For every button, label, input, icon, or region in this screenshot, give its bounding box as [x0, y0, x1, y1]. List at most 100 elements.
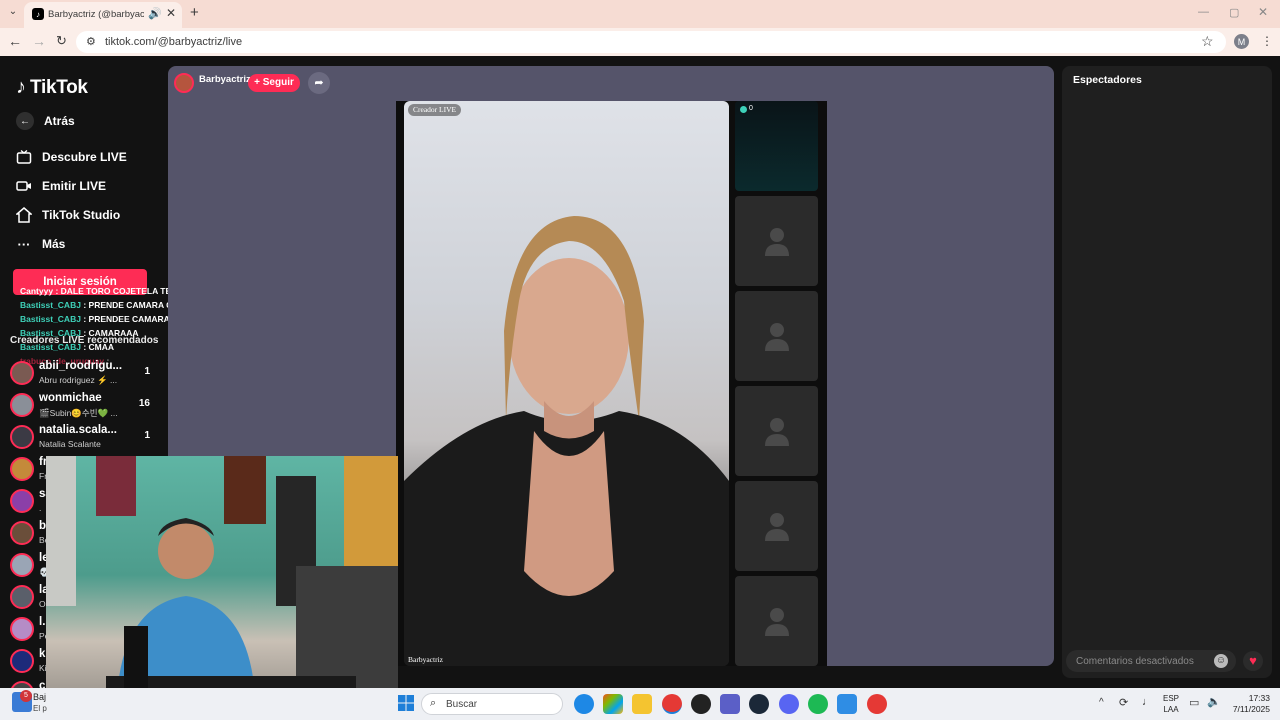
tiktok-favicon-icon: ♪ — [32, 8, 44, 20]
chat-message: Bastisst_CABJ : CAMARAAA — [20, 328, 139, 338]
back-icon[interactable]: ← — [8, 33, 22, 49]
creator-name: abii_roodrigu... — [39, 360, 123, 372]
webcam-overlay — [46, 456, 398, 720]
host-video-frame — [404, 216, 729, 666]
emoji-icon[interactable]: ☺ — [1214, 654, 1228, 668]
edge-icon[interactable] — [574, 694, 594, 714]
creator-avatar — [10, 585, 34, 609]
back-link[interactable]: ← Atrás — [16, 110, 75, 132]
volume-icon[interactable]: 🔈 — [1207, 695, 1221, 708]
creator-avatar — [10, 361, 34, 385]
viewers-title: Espectadores — [1073, 74, 1142, 86]
nav-more[interactable]: ··· Más — [16, 233, 66, 255]
close-window-icon[interactable]: ✕ — [1258, 5, 1268, 19]
photos-icon[interactable] — [837, 694, 857, 714]
chat-message: Bastisst_CABJ : CMAA — [20, 342, 115, 352]
microphone-icon[interactable]: ♩ — [1142, 696, 1153, 708]
person-placeholder-icon — [765, 323, 789, 351]
widget-title: Baj — [33, 692, 47, 702]
widget-subtitle: El p — [33, 704, 47, 713]
audio-playing-icon[interactable]: 🔊 — [148, 7, 162, 20]
new-tab-icon[interactable]: + — [190, 4, 199, 21]
teams-icon[interactable] — [720, 694, 740, 714]
guest-slot[interactable] — [735, 291, 818, 381]
tab-search-icon[interactable]: ⌄ — [6, 6, 20, 20]
file-explorer-icon[interactable] — [632, 694, 652, 714]
discord-icon[interactable] — [779, 694, 799, 714]
bookmark-star-icon[interactable]: ☆ — [1201, 33, 1214, 50]
creator-live-badge: Creador LIVE — [408, 104, 462, 116]
nav-label: Más — [42, 237, 66, 251]
guest-slot-active[interactable]: 0 — [735, 101, 818, 191]
forward-icon[interactable]: → — [32, 33, 46, 49]
profile-avatar[interactable]: M — [1234, 34, 1249, 49]
person-placeholder-icon — [765, 228, 789, 256]
chrome-profile-icon[interactable] — [867, 694, 887, 714]
guest-slot[interactable] — [735, 196, 818, 286]
tiktok-logo[interactable]: ♪ TikTok — [16, 76, 88, 99]
host-name: Barbyactriz — [199, 73, 251, 85]
spotify-icon[interactable] — [808, 694, 828, 714]
notification-badge: 5 — [20, 690, 32, 702]
creator-avatar — [10, 553, 34, 577]
url-text: tiktok.com/@barbyactriz/live — [105, 36, 243, 48]
follow-button[interactable]: + Seguir — [248, 74, 300, 92]
creator-subtitle: Natalia Scalante — [39, 439, 101, 449]
browser-menu-icon[interactable]: ⋮ — [1261, 34, 1273, 48]
address-bar[interactable]: ⚙ tiktok.com/@barbyactriz/live ☆ — [76, 31, 1226, 53]
guest-indicator-icon — [740, 106, 747, 113]
clock-time: 17:33 — [1248, 693, 1270, 703]
chat-message: Bastisst_CABJ : PRENDEE CAMARAAA — [20, 314, 183, 324]
copilot-icon[interactable] — [603, 694, 623, 714]
creator-avatar — [10, 425, 34, 449]
heart-like-icon[interactable]: ♥ — [1243, 651, 1263, 671]
tv-icon — [16, 149, 32, 165]
creator-item[interactable]: abii_roodrigu... Abru rodriguez ⚡ ... 1 — [8, 358, 158, 388]
comment-input[interactable]: Comentarios desactivados ☺ — [1066, 650, 1236, 672]
viewers-panel — [1062, 66, 1272, 678]
host-avatar — [174, 73, 194, 93]
browser-tab[interactable]: ♪ Barbyactriz (@barbyactriz) 🔊 ✕ — [24, 2, 182, 28]
nav-tiktok-studio[interactable]: TikTok Studio — [16, 204, 120, 226]
chevron-up-icon[interactable]: ^ — [1099, 697, 1104, 708]
creator-subtitle: 🎬Subin😊수빈💚 ... — [39, 408, 118, 418]
tiktok-note-icon: ♪ — [16, 76, 26, 98]
creator-avatar — [10, 521, 34, 545]
creator-item[interactable]: natalia.scala... Natalia Scalante 1 — [8, 422, 158, 452]
display-icon[interactable]: ▭ — [1189, 696, 1199, 709]
guest-slot[interactable] — [735, 386, 818, 476]
guest-slot[interactable] — [735, 576, 818, 666]
keyboard-layout: LAA — [1163, 705, 1179, 714]
video-caption: Barbyactriz — [408, 655, 443, 664]
share-arrow-icon[interactable]: ➦ — [308, 72, 330, 94]
language-code: ESP — [1163, 694, 1180, 703]
nav-go-live[interactable]: Emitir LIVE — [16, 175, 106, 197]
sync-icon[interactable]: ⟳ — [1119, 696, 1128, 709]
studio-icon — [16, 207, 32, 223]
guest-slot[interactable] — [735, 481, 818, 571]
back-label: Atrás — [44, 114, 75, 128]
close-tab-icon[interactable]: ✕ — [166, 6, 176, 20]
chrome-icon[interactable] — [662, 694, 682, 714]
app-icon[interactable] — [691, 694, 711, 714]
nav-discover-live[interactable]: Descubre LIVE — [16, 146, 127, 168]
creator-avatar — [10, 393, 34, 417]
restore-icon[interactable]: ▢ — [1229, 6, 1239, 19]
nav-label: TikTok Studio — [42, 208, 121, 222]
site-info-icon[interactable]: ⚙ — [86, 35, 96, 48]
creator-name: wonmichae — [39, 392, 102, 404]
host-video[interactable] — [404, 101, 729, 666]
windows-start-icon[interactable] — [398, 695, 414, 711]
reload-icon[interactable]: ↻ — [56, 33, 67, 49]
language-indicator[interactable]: ESP LAA — [1163, 693, 1179, 715]
search-icon: ⌕ — [430, 697, 437, 709]
minimize-icon[interactable]: — — [1198, 6, 1209, 18]
creator-item[interactable]: wonmichae 🎬Subin😊수빈💚 ... 16 — [8, 390, 158, 420]
steam-icon[interactable] — [749, 694, 769, 714]
clock-date: 7/11/2025 — [1232, 704, 1270, 714]
creator-name: natalia.scala... — [39, 424, 117, 436]
nav-label: Emitir LIVE — [42, 179, 107, 193]
taskbar-search[interactable]: ⌕ Buscar — [421, 693, 563, 715]
clock[interactable]: 17:33 7/11/2025 — [1226, 693, 1270, 715]
comment-placeholder: Comentarios desactivados — [1076, 656, 1194, 667]
